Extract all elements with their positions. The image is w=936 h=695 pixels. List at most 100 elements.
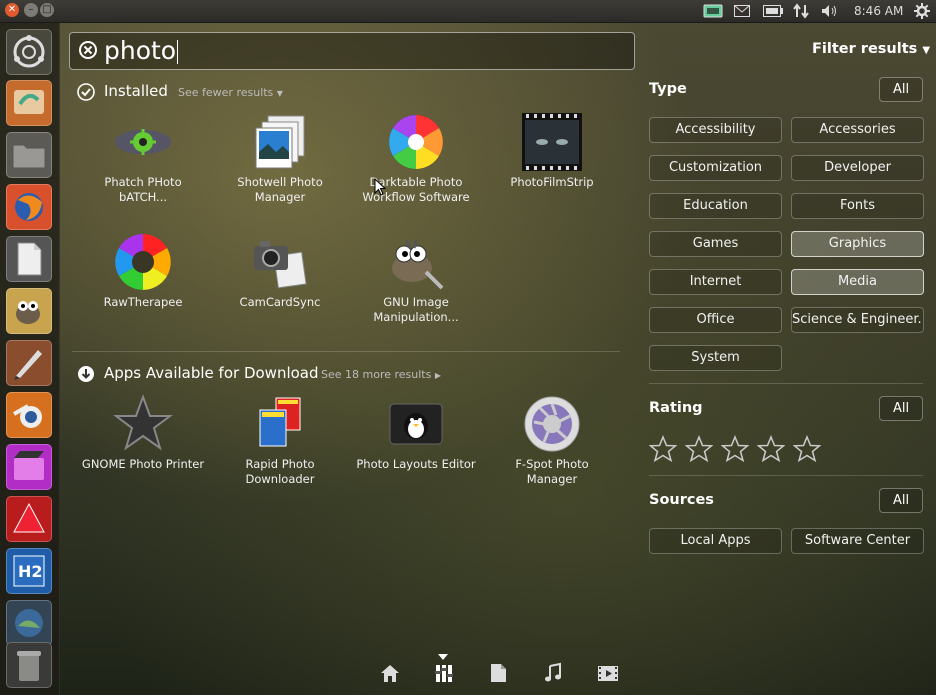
app-tile-photofilmstrip[interactable]: PhotoFilmStrip [490,112,614,190]
filter-accessibility[interactable]: Accessibility [649,117,782,143]
maximize-window-button[interactable]: □ [40,3,54,17]
app-tile-rapid-photo-downloader[interactable]: Rapid Photo Downloader [218,394,342,486]
files-folder-icon[interactable] [6,132,52,178]
blender-icon[interactable] [6,392,52,438]
installed-check-icon [77,83,95,101]
source-local-apps[interactable]: Local Apps [649,528,782,554]
app-label: RawTherapee [103,295,183,309]
sources-heading: Sources [649,492,714,508]
filter-games[interactable]: Games [649,231,782,257]
expand-arrow-icon: ▶ [434,371,442,380]
sources-all-button[interactable]: All [879,488,923,513]
app-label: Rapid Photo Downloader [245,457,315,486]
app-tile-f-spot[interactable]: F-Spot Photo Manager [490,394,614,486]
network-icon[interactable] [793,0,809,22]
files-icon[interactable] [487,662,509,684]
filter-fonts[interactable]: Fonts [791,193,924,219]
software-updater-icon[interactable] [703,0,723,22]
filter-arrow-icon: ▼ [922,45,931,56]
session-gear-icon[interactable] [914,0,930,22]
rapid-photo-downloader-icon [259,397,301,447]
inkscape-icon[interactable] [6,340,52,386]
rating-all-button[interactable]: All [879,396,923,421]
svg-text:H2: H2 [18,562,43,581]
rating-star-1-icon[interactable] [649,435,677,463]
firefox-icon[interactable] [6,184,52,230]
volume-icon[interactable] [821,0,839,22]
app-label: GNU Image Manipulation... [373,295,459,324]
close-window-button[interactable]: ✕ [5,3,19,17]
gnome-photo-printer-icon [113,394,173,451]
shotwell-icon [255,115,305,169]
filter-system[interactable]: System [649,345,782,371]
app-tile-gnome-photo-printer[interactable]: GNOME Photo Printer [81,394,205,472]
top-panel: ✕ – □ 8:46 AM [0,0,936,23]
type-heading: Type [649,81,687,97]
applications-icon[interactable] [433,662,455,684]
video-icon[interactable] [597,662,619,684]
app-tile-photo-layouts-editor[interactable]: Photo Layouts Editor [354,394,478,472]
workspace-switcher-icon[interactable] [6,600,52,646]
clear-search-icon[interactable] [79,41,97,59]
mail-icon[interactable] [734,0,750,22]
app-label: PhotoFilmStrip [510,175,594,189]
filter-education[interactable]: Education [649,193,782,219]
filter-science-engineering[interactable]: Science & Engineer... [791,307,924,333]
gimp-wilber-icon [392,239,444,290]
text-cursor [177,40,179,64]
h2-database-icon[interactable]: H2 [6,548,52,594]
filter-internet[interactable]: Internet [649,269,782,295]
filter-customization[interactable]: Customization [649,155,782,181]
app-tile-camcardsync[interactable]: CamCardSync [218,232,342,310]
rating-star-2-icon[interactable] [685,435,713,463]
app-label: Darktable Photo Workflow Software [362,175,470,204]
type-divider [649,383,923,384]
search-box[interactable]: photo [69,32,635,70]
filter-accessories[interactable]: Accessories [791,117,924,143]
dash-home-icon[interactable] [6,29,52,75]
rawtherapee-icon [115,234,171,290]
installed-heading: Installed [104,82,168,100]
lens-bar [370,654,630,688]
app-tile-rawtherapee[interactable]: RawTherapee [81,232,205,310]
source-software-center[interactable]: Software Center [791,528,924,554]
filter-developer[interactable]: Developer [791,155,924,181]
app-tile-darktable[interactable]: Darktable Photo Workflow Software [354,112,478,204]
filter-office[interactable]: Office [649,307,782,333]
app-label: Photo Layouts Editor [356,457,476,471]
app-label: CamCardSync [239,295,321,309]
filter-graphics[interactable]: Graphics [791,231,924,257]
software-center-icon[interactable] [6,496,52,542]
clock[interactable]: 8:46 AM [854,0,903,22]
download-icon [78,366,94,382]
rating-star-3-icon[interactable] [721,435,749,463]
home-icon[interactable] [379,662,401,684]
libreoffice-icon[interactable] [6,236,52,282]
app-tile-gimp[interactable]: GNU Image Manipulation... [354,232,478,324]
app-tile-shotwell[interactable]: Shotwell Photo Manager [218,112,342,204]
battery-icon[interactable] [763,0,783,22]
category-divider [72,351,620,352]
rating-star-4-icon[interactable] [757,435,785,463]
app-tile-phatch[interactable]: Phatch PHoto bATCH... [81,112,205,204]
f-spot-icon [524,396,580,452]
filter-media[interactable]: Media [791,269,924,295]
type-all-button[interactable]: All [879,77,923,102]
gimp-icon[interactable] [6,288,52,334]
system-settings-icon[interactable] [6,80,52,126]
see-more-label: See 18 more results [321,368,432,381]
see-more-results-link[interactable]: See 18 more results ▶ [321,368,441,381]
filter-results-toggle[interactable]: Filter results ▼ [812,41,930,57]
active-lens-indicator-icon [438,654,448,660]
rating-star-5-icon[interactable] [793,435,821,463]
photofilmstrip-icon [522,113,582,171]
search-input[interactable]: photo [104,35,179,67]
app-label: GNOME Photo Printer [81,457,205,471]
download-heading: Apps Available for Download [104,364,319,382]
music-icon[interactable] [542,662,564,684]
trash-icon[interactable] [6,642,52,688]
video-editor-icon[interactable] [6,444,52,490]
camcardsync-icon [254,241,307,289]
see-fewer-results-link[interactable]: See fewer results ▼ [178,86,283,99]
minimize-window-button[interactable]: – [24,3,38,17]
